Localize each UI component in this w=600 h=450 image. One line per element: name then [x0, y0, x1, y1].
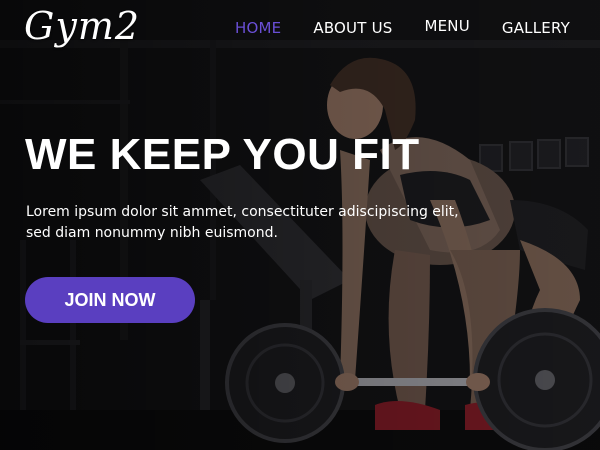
main-navigation: HOME ABOUT US MENU GALLERY [203, 17, 570, 37]
join-now-button[interactable]: JOIN NOW [25, 277, 195, 323]
nav-item-about-us[interactable]: ABOUT US [313, 19, 392, 37]
brand-logo[interactable]: Gym2 [24, 4, 140, 48]
nav-item-home[interactable]: HOME [235, 19, 281, 37]
nav-item-gallery[interactable]: GALLERY [502, 19, 570, 37]
hero-headline: WE KEEP YOU FIT [25, 130, 420, 179]
nav-item-menu[interactable]: MENU [424, 17, 469, 35]
hero-section: Gym2 HOME ABOUT US MENU GALLERY WE KEEP … [0, 0, 600, 450]
hero-subtext: Lorem ipsum dolor sit ammet, consectitut… [26, 204, 459, 241]
